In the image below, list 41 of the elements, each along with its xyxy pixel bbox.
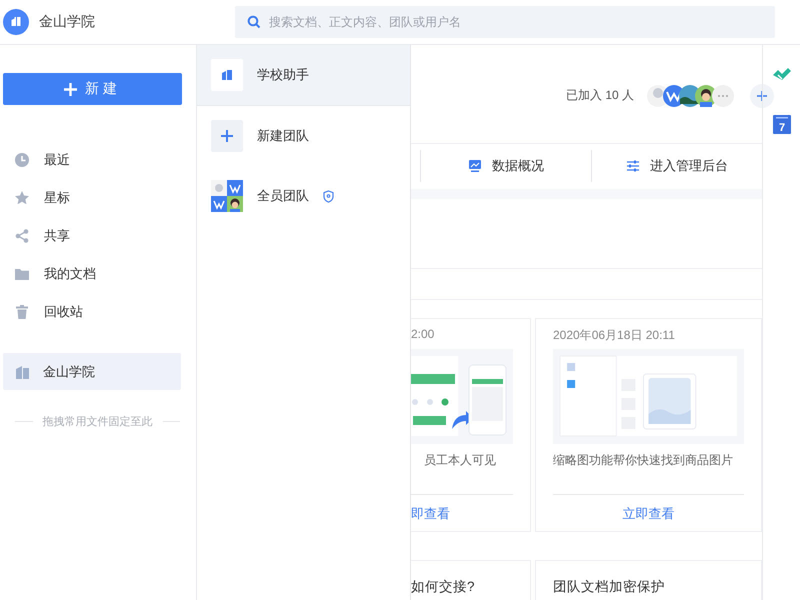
monitor-chart-icon — [468, 159, 482, 174]
view-link[interactable]: 即查看 — [411, 505, 513, 524]
avatar-grid-icon — [211, 180, 243, 212]
folder-icon — [14, 266, 30, 282]
team-logo-icon — [211, 59, 243, 91]
nav-item[interactable]: 星标 — [3, 179, 181, 217]
logo-icon — [3, 9, 29, 35]
search-icon — [247, 15, 261, 29]
plus-icon — [211, 120, 243, 152]
team-menu-item[interactable]: 学校助手 — [197, 45, 410, 106]
team-item[interactable]: 金山学院 — [3, 353, 181, 390]
nav-item[interactable]: 回收站 — [3, 293, 181, 331]
star-icon — [14, 190, 30, 206]
tab[interactable]: 数据概况 — [420, 150, 591, 182]
search-field[interactable]: 搜索文档、正文内容、团队或用户名 — [235, 6, 775, 38]
card-description: 员工本人可见 — [423, 452, 497, 470]
nav-item[interactable]: 共享 — [3, 217, 181, 255]
pin-hint: 拖拽常用文件固定至此 — [42, 414, 152, 429]
member-count: 已加入 10 人 — [566, 87, 634, 104]
team-menu-item[interactable]: 全员团队 — [197, 166, 410, 226]
building-icon — [16, 364, 29, 378]
nav-item[interactable]: 最近 — [3, 141, 181, 179]
trash-icon — [14, 304, 30, 320]
plus-icon — [757, 90, 767, 101]
new-button[interactable]: 新建 — [3, 73, 182, 105]
add-member-button[interactable] — [750, 84, 774, 108]
nav-item[interactable]: 我的文档 — [3, 255, 181, 293]
share-icon — [14, 228, 30, 244]
team-menu-item[interactable]: 新建团队 — [197, 106, 410, 166]
tab[interactable]: 进入管理后台 — [591, 150, 762, 182]
card-date: 2020年06月18日 20:11 — [553, 327, 676, 344]
card-description: 缩略图功能帮你快速找到商品图片 — [553, 452, 734, 470]
plus-icon — [64, 82, 77, 96]
card-date: 2:00 — [411, 327, 436, 344]
card-title: 团队文档加密保护 — [553, 578, 665, 594]
calendar-icon[interactable]: 7 — [772, 114, 790, 134]
card-title: 如何交接? — [411, 578, 475, 594]
sliders-icon — [626, 159, 640, 174]
org-name: 金山学院 — [39, 13, 95, 31]
clock-icon — [14, 152, 30, 168]
view-link[interactable]: 立即查看 — [553, 505, 744, 524]
